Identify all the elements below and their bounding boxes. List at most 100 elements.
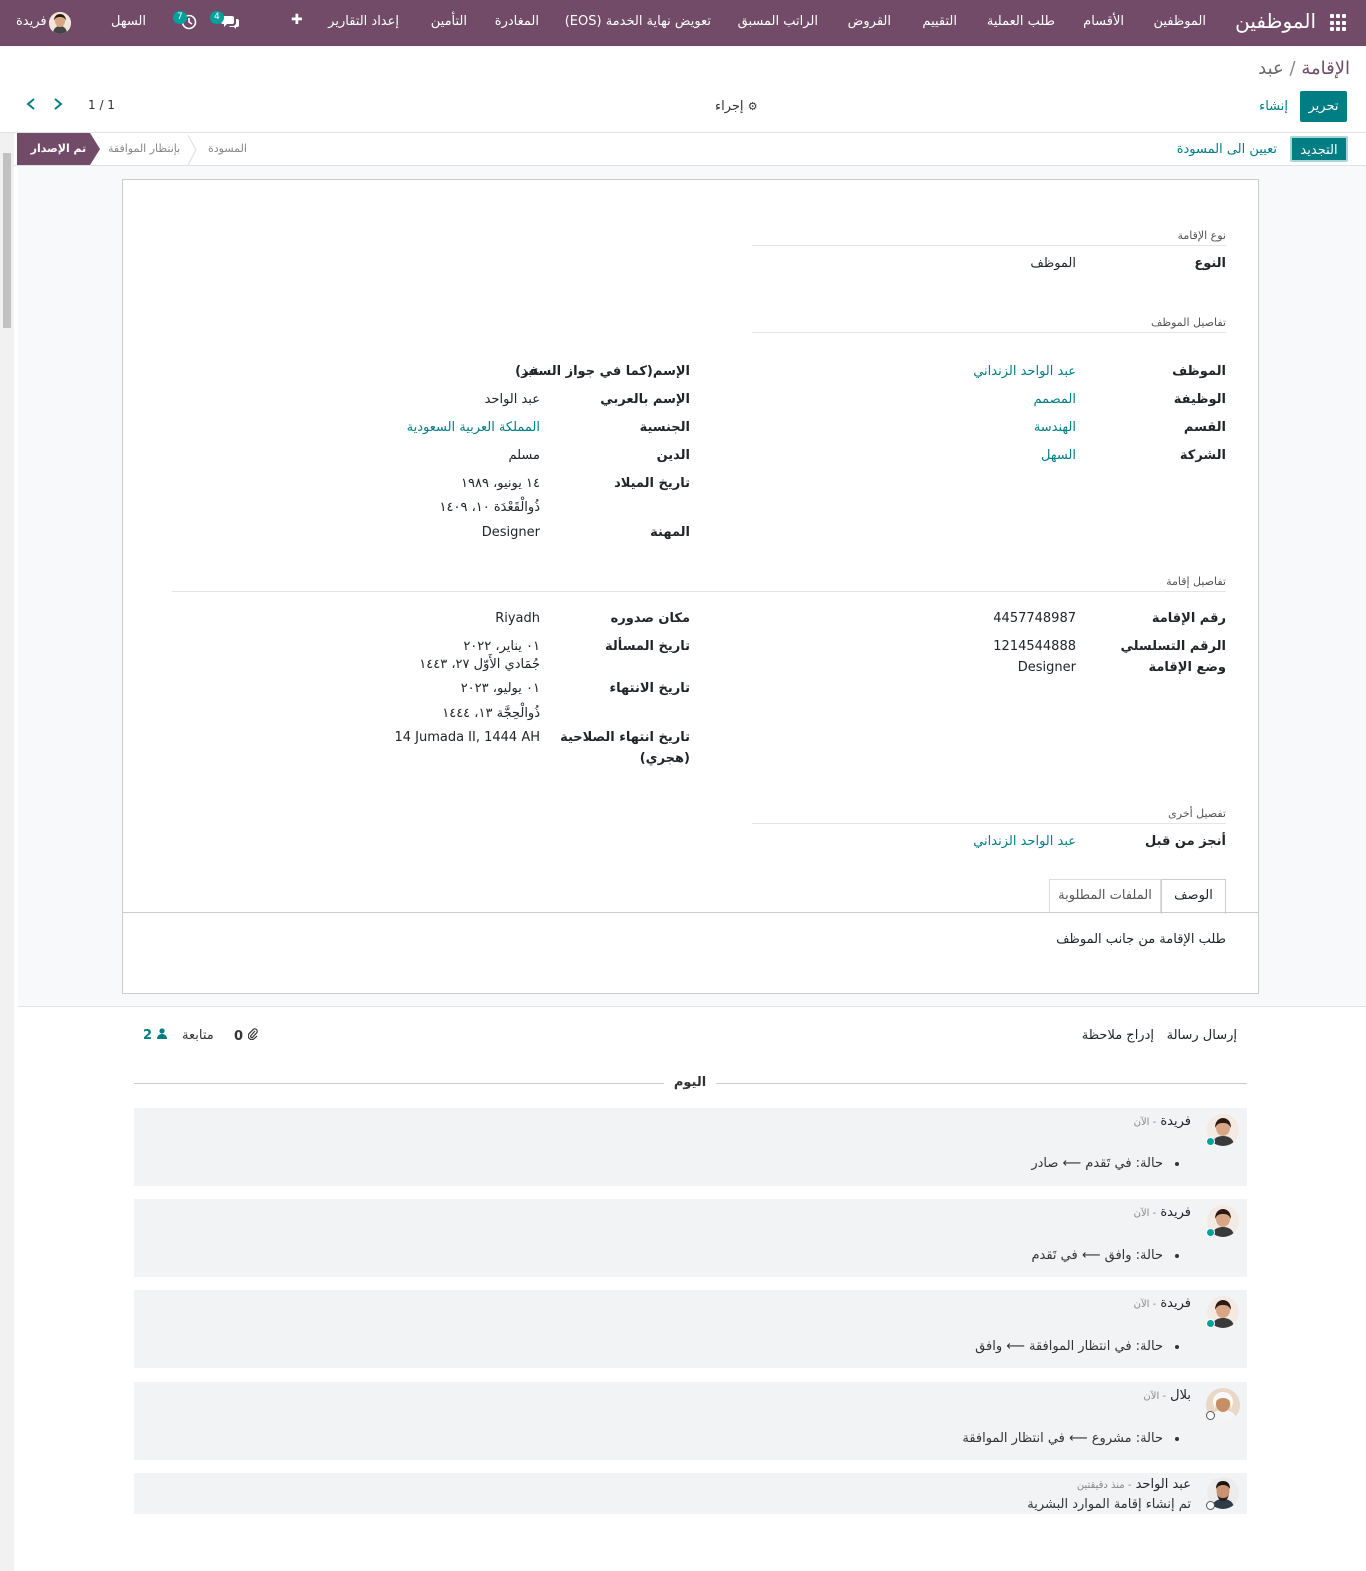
description-text[interactable]: طلب الإقامة من جانب الموظف — [1056, 932, 1226, 947]
chatter-divider — [18, 1006, 1366, 1007]
nationality-label: الجنسية — [639, 420, 690, 435]
issue-date-value: ٠١ يناير، ٢٠٢٢ — [463, 639, 540, 654]
section-iqama-details: تفاصيل إقامة — [1166, 575, 1226, 588]
section-divider — [752, 823, 1226, 824]
control-panel: الإقامة / عبد تحرير إنشاء ⚙ إجراء 1 / 1 — [0, 46, 1366, 133]
author-name[interactable]: عبد الواحد — [1136, 1477, 1191, 1492]
user-name[interactable]: فريدة — [16, 14, 47, 29]
offline-status-dot — [1206, 1411, 1215, 1420]
expiry-hijri-label-suffix: (هجري) — [639, 751, 690, 766]
done-by-value[interactable]: عبد الواحد الزنداني — [973, 834, 1076, 849]
top-navbar: الموظفين الموظفين الأقسام طلب العملية ال… — [0, 0, 1366, 46]
apps-menu-icon[interactable] — [1330, 14, 1348, 32]
menu-loans[interactable]: القروض — [848, 14, 891, 29]
message-time: - الآن — [1143, 1391, 1167, 1402]
stage-draft[interactable]: المسودة — [208, 133, 247, 165]
message-time: - منذ دقيقتين — [1076, 1480, 1132, 1491]
pager-next-icon[interactable] — [52, 97, 64, 114]
section-divider — [752, 332, 1226, 333]
menu-reporting[interactable]: إعداد التقارير — [328, 14, 399, 29]
chatter-message: عبد الواحد - منذ دقيقتين تم إنشاء إقامة … — [134, 1473, 1247, 1514]
nationality-value[interactable]: المملكة العربية السعودية — [407, 420, 540, 435]
user-icon — [156, 1028, 167, 1043]
bullet — [1175, 1162, 1179, 1166]
message-body: تم إنشاء إقامة الموارد البشرية — [1027, 1497, 1191, 1512]
profession-value: Designer — [481, 525, 540, 540]
birth-date-value: ١٤ يونيو، ١٩٨٩ — [461, 476, 540, 491]
quick-create-icon[interactable]: ✚ — [291, 12, 303, 28]
pager-value[interactable]: 1 / 1 — [88, 98, 115, 112]
stage-issued[interactable]: تم الإصدار — [17, 133, 100, 165]
create-button[interactable]: إنشاء — [1259, 99, 1288, 114]
menu-operation-request[interactable]: طلب العملية — [987, 14, 1055, 29]
followers-count: 2 — [143, 1028, 153, 1043]
profession-label: المهنة — [650, 525, 690, 540]
form-sheet — [122, 179, 1259, 994]
breadcrumb-parent[interactable]: الإقامة — [1301, 58, 1350, 79]
renew-button[interactable]: التجديد — [1290, 136, 1348, 162]
attachments-button[interactable]: 0 — [234, 1028, 258, 1044]
message-time: - الآن — [1133, 1299, 1157, 1310]
company-label: الشركة — [1179, 448, 1226, 463]
type-label: النوع — [1194, 256, 1226, 271]
app-brand[interactable]: الموظفين — [1235, 9, 1316, 33]
arabic-name-label: الإسم بالعربي — [600, 392, 690, 407]
menu-insurance[interactable]: التأمين — [431, 14, 467, 29]
tab-description[interactable]: الوصف — [1161, 879, 1226, 914]
religion-value: مسلم — [508, 448, 540, 463]
expiry-date-value: ٠١ يوليو، ٢٠٢٣ — [460, 681, 540, 696]
message-time: - الآن — [1133, 1117, 1157, 1128]
job-value[interactable]: المصمم — [1033, 392, 1076, 407]
section-iqama-type: نوع الإقامة — [1177, 229, 1226, 242]
passport-name-value: عبد — [521, 364, 540, 379]
author-name[interactable]: بلال — [1170, 1388, 1191, 1403]
menu-eos[interactable]: تعويض نهاية الخدمة (EOS) — [565, 14, 711, 29]
scrollbar[interactable] — [0, 133, 14, 1571]
message-body: حالة: في تَقدم ⟵ صادر — [1031, 1156, 1163, 1171]
log-note-button[interactable]: إدراج ملاحظة — [1082, 1028, 1154, 1043]
company-switcher[interactable]: السهل — [111, 14, 146, 29]
stage-divider — [186, 134, 198, 168]
menu-departments[interactable]: الأقسام — [1083, 14, 1124, 29]
follow-button[interactable]: متابعة — [182, 1028, 214, 1043]
done-by-label: أنجز من قبل — [1144, 834, 1226, 849]
issue-date-label: تاريخ المسألة — [605, 639, 690, 654]
iqama-number-label: رقم الإقامة — [1151, 611, 1226, 626]
menu-employees[interactable]: الموظفين — [1153, 14, 1206, 29]
issue-date-hijri: جُمَادي الأَوّل ٢٧، ١٤٤٣ — [419, 657, 540, 672]
breadcrumb: الإقامة / عبد — [1258, 58, 1350, 79]
section-divider — [752, 245, 1226, 246]
author-name[interactable]: فريدة — [1160, 1205, 1191, 1220]
expiry-hijri-value: 14 Jumada II, 1444 AH — [394, 730, 540, 745]
employee-value[interactable]: عبد الواحد الزنداني — [973, 364, 1076, 379]
menu-appraisal[interactable]: التقييم — [922, 14, 957, 29]
passport-name-label: الإسم(كما في جواز السفر) — [515, 364, 690, 379]
date-line-left — [134, 1083, 664, 1084]
department-value[interactable]: الهندسة — [1034, 420, 1076, 435]
serial-number-label: الرقم التسلسلي — [1120, 639, 1226, 654]
pager-previous-icon[interactable] — [25, 97, 37, 114]
user-avatar[interactable] — [49, 12, 71, 34]
type-value[interactable]: الموظف — [1030, 256, 1076, 271]
author-name[interactable]: فريدة — [1160, 1114, 1191, 1129]
expiry-date-label: تاريخ الانتهاء — [609, 681, 690, 696]
send-message-button[interactable]: إرسال رسالة — [1167, 1028, 1237, 1043]
followers-button[interactable]: 2 — [143, 1028, 167, 1043]
tab-required-files[interactable]: الملفات المطلوبة — [1049, 879, 1161, 913]
scrollbar-thumb[interactable] — [3, 153, 11, 328]
edit-button[interactable]: تحرير — [1300, 91, 1347, 122]
serial-number-value: 1214544888 — [993, 639, 1076, 654]
author-name[interactable]: فريدة — [1160, 1296, 1191, 1311]
set-to-draft-button[interactable]: تعيين الى المسودة — [1177, 142, 1277, 157]
date-line-right — [716, 1083, 1247, 1084]
menu-leave[interactable]: المغادرة — [495, 14, 539, 29]
action-menu[interactable]: ⚙ إجراء — [715, 99, 758, 114]
birth-date-hijri: ذُوالْقَعْدَة ١٠، ١٤٠٩ — [439, 500, 541, 515]
company-value[interactable]: السهل — [1041, 448, 1076, 463]
section-other-details: تفصيل أخرى — [1168, 807, 1226, 820]
religion-label: الدين — [656, 448, 690, 463]
menu-advance-salary[interactable]: الراتب المسبق — [738, 14, 818, 29]
breadcrumb-separator: / — [1289, 58, 1296, 79]
section-divider — [172, 591, 1226, 592]
stage-waiting-approval[interactable]: بإنتظار الموافقة — [108, 133, 180, 165]
